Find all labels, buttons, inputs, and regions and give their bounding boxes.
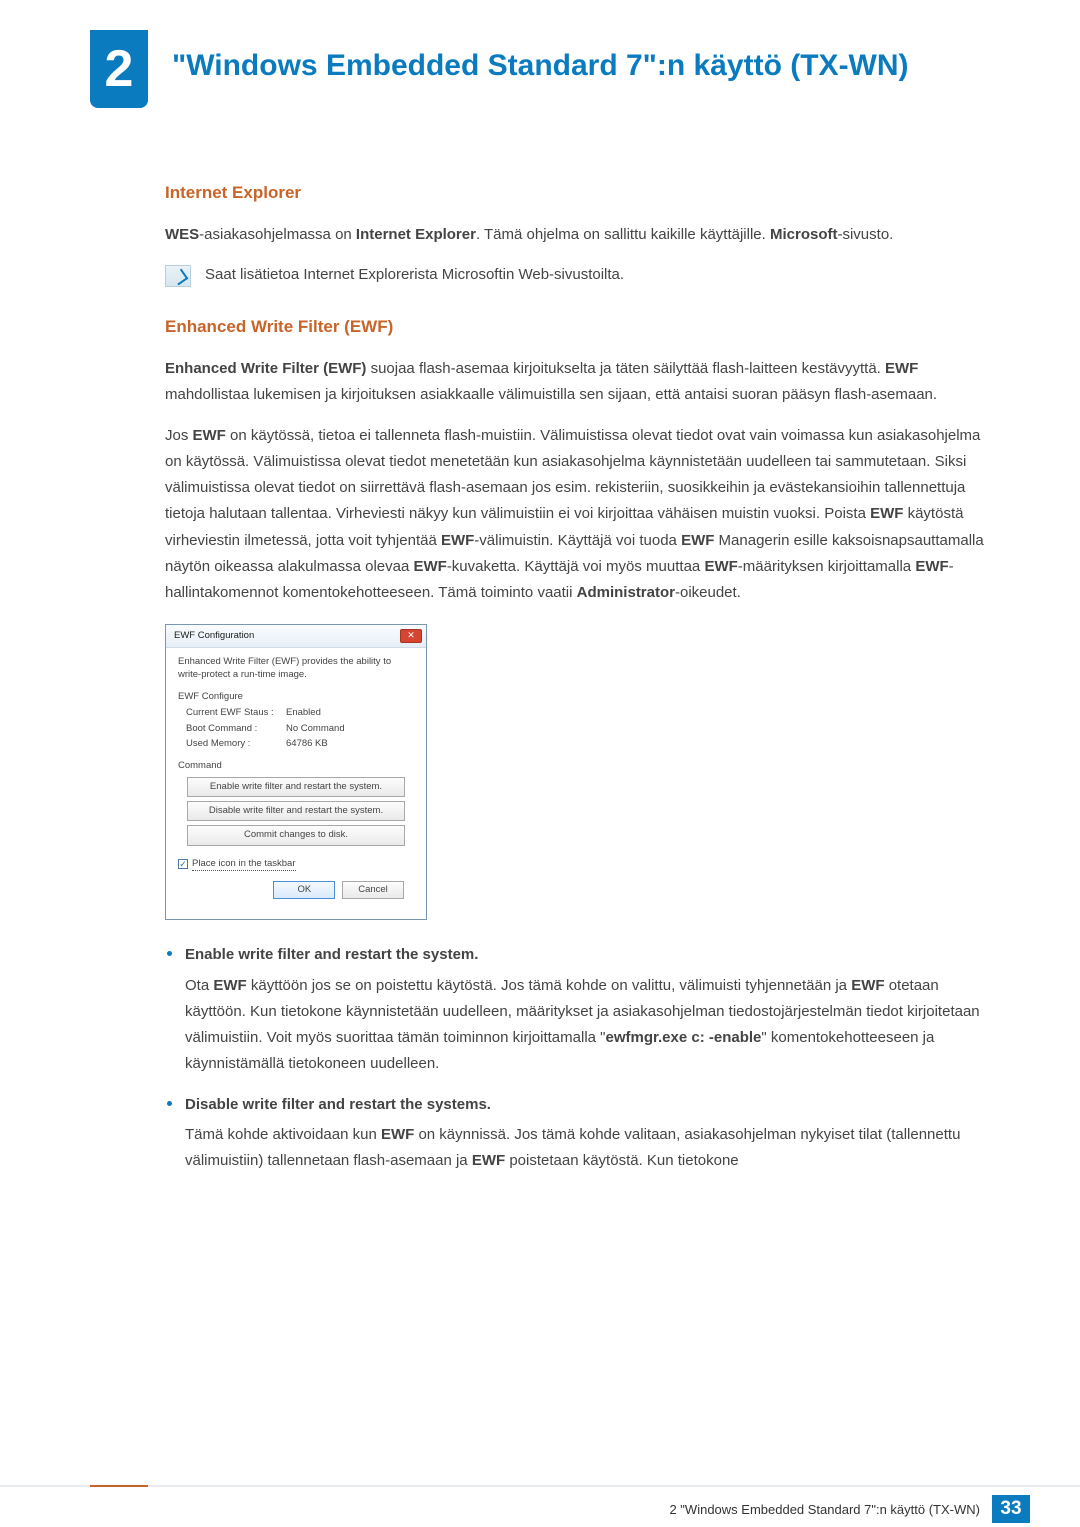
status-value: Enabled [286, 707, 321, 719]
text: -sivusto. [837, 226, 893, 243]
bullet-list: Enable write filter and restart the syst… [165, 942, 1000, 1174]
heading-ewf: Enhanced Write Filter (EWF) [165, 312, 1000, 342]
dialog-footer: OK Cancel [178, 871, 414, 909]
dialog-description: Enhanced Write Filter (EWF) provides the… [178, 656, 414, 681]
disable-filter-button[interactable]: Disable write filter and restart the sys… [187, 801, 404, 821]
footer-text: 2 "Windows Embedded Standard 7":n käyttö… [669, 1495, 1030, 1523]
checkbox-label: Place icon in the taskbar [192, 858, 296, 871]
page-footer: 2 "Windows Embedded Standard 7":n käyttö… [0, 1485, 1080, 1527]
note-row: Saat lisätietoa Internet Explorerista Mi… [165, 262, 1000, 288]
bullet-enable: Enable write filter and restart the syst… [185, 942, 1000, 1077]
ewf-paragraph-1: Enhanced Write Filter (EWF) suojaa flash… [165, 356, 1000, 409]
commit-changes-button[interactable]: Commit changes to disk. [187, 825, 404, 845]
enable-filter-button[interactable]: Enable write filter and restart the syst… [187, 777, 404, 797]
text-bold: Microsoft [770, 226, 838, 243]
note-icon [165, 265, 191, 287]
page-header: 2 "Windows Embedded Standard 7":n käyttö… [0, 0, 1080, 108]
ok-button[interactable]: OK [273, 881, 335, 899]
close-icon[interactable]: ✕ [400, 629, 422, 643]
cancel-button[interactable]: Cancel [342, 881, 404, 899]
taskbar-icon-checkbox[interactable]: ✓ Place icon in the taskbar [178, 858, 414, 871]
boot-row: Boot Command : No Command [178, 723, 414, 735]
dialog-body: Enhanced Write Filter (EWF) provides the… [166, 648, 426, 919]
chapter-title: "Windows Embedded Standard 7":n käyttö (… [172, 30, 909, 85]
page-number: 33 [992, 1495, 1030, 1523]
footer-chapter-ref: 2 "Windows Embedded Standard 7":n käyttö… [669, 1502, 980, 1517]
boot-label: Boot Command : [186, 723, 286, 735]
text-bold: Internet Explorer [356, 226, 476, 243]
text-bold: EWF [885, 360, 918, 377]
bullet-disable: Disable write filter and restart the sys… [185, 1092, 1000, 1175]
status-row: Current EWF Staus : Enabled [178, 707, 414, 719]
ie-paragraph: WES-asiakasohjelmassa on Internet Explor… [165, 222, 1000, 248]
configure-group-label: EWF Configure [178, 691, 414, 703]
dialog-titlebar: EWF Configuration ✕ [166, 625, 426, 648]
checkbox-icon: ✓ [178, 859, 188, 869]
memory-label: Used Memory : [186, 738, 286, 750]
command-group-label: Command [178, 760, 414, 772]
ewf-paragraph-2: Jos EWF on käytössä, tietoa ei tallennet… [165, 423, 1000, 607]
bullet-title: Disable write filter and restart the sys… [185, 1092, 1000, 1118]
text: -asiakasohjelmassa on [199, 226, 356, 243]
note-text: Saat lisätietoa Internet Explorerista Mi… [205, 262, 624, 288]
memory-value: 64786 KB [286, 738, 328, 750]
boot-value: No Command [286, 723, 345, 735]
content-area: Internet Explorer WES-asiakasohjelmassa … [0, 108, 1080, 1174]
text: . Tämä ohjelma on sallittu kaikille käyt… [476, 226, 770, 243]
status-label: Current EWF Staus : [186, 707, 286, 719]
memory-row: Used Memory : 64786 KB [178, 738, 414, 750]
bullet-body: Tämä kohde aktivoidaan kun EWF on käynni… [185, 1126, 960, 1169]
heading-internet-explorer: Internet Explorer [165, 178, 1000, 208]
bullet-body: Ota EWF käyttöön jos se on poistettu käy… [185, 977, 980, 1073]
chapter-number-badge: 2 [90, 30, 148, 108]
dialog-title-text: EWF Configuration [174, 630, 254, 642]
footer-accent [90, 1485, 148, 1487]
ewf-config-dialog: EWF Configuration ✕ Enhanced Write Filte… [165, 624, 427, 920]
bullet-title: Enable write filter and restart the syst… [185, 942, 1000, 968]
command-group: Command Enable write filter and restart … [178, 760, 414, 845]
text-bold: WES [165, 226, 199, 243]
text-bold: Enhanced Write Filter (EWF) [165, 360, 366, 377]
